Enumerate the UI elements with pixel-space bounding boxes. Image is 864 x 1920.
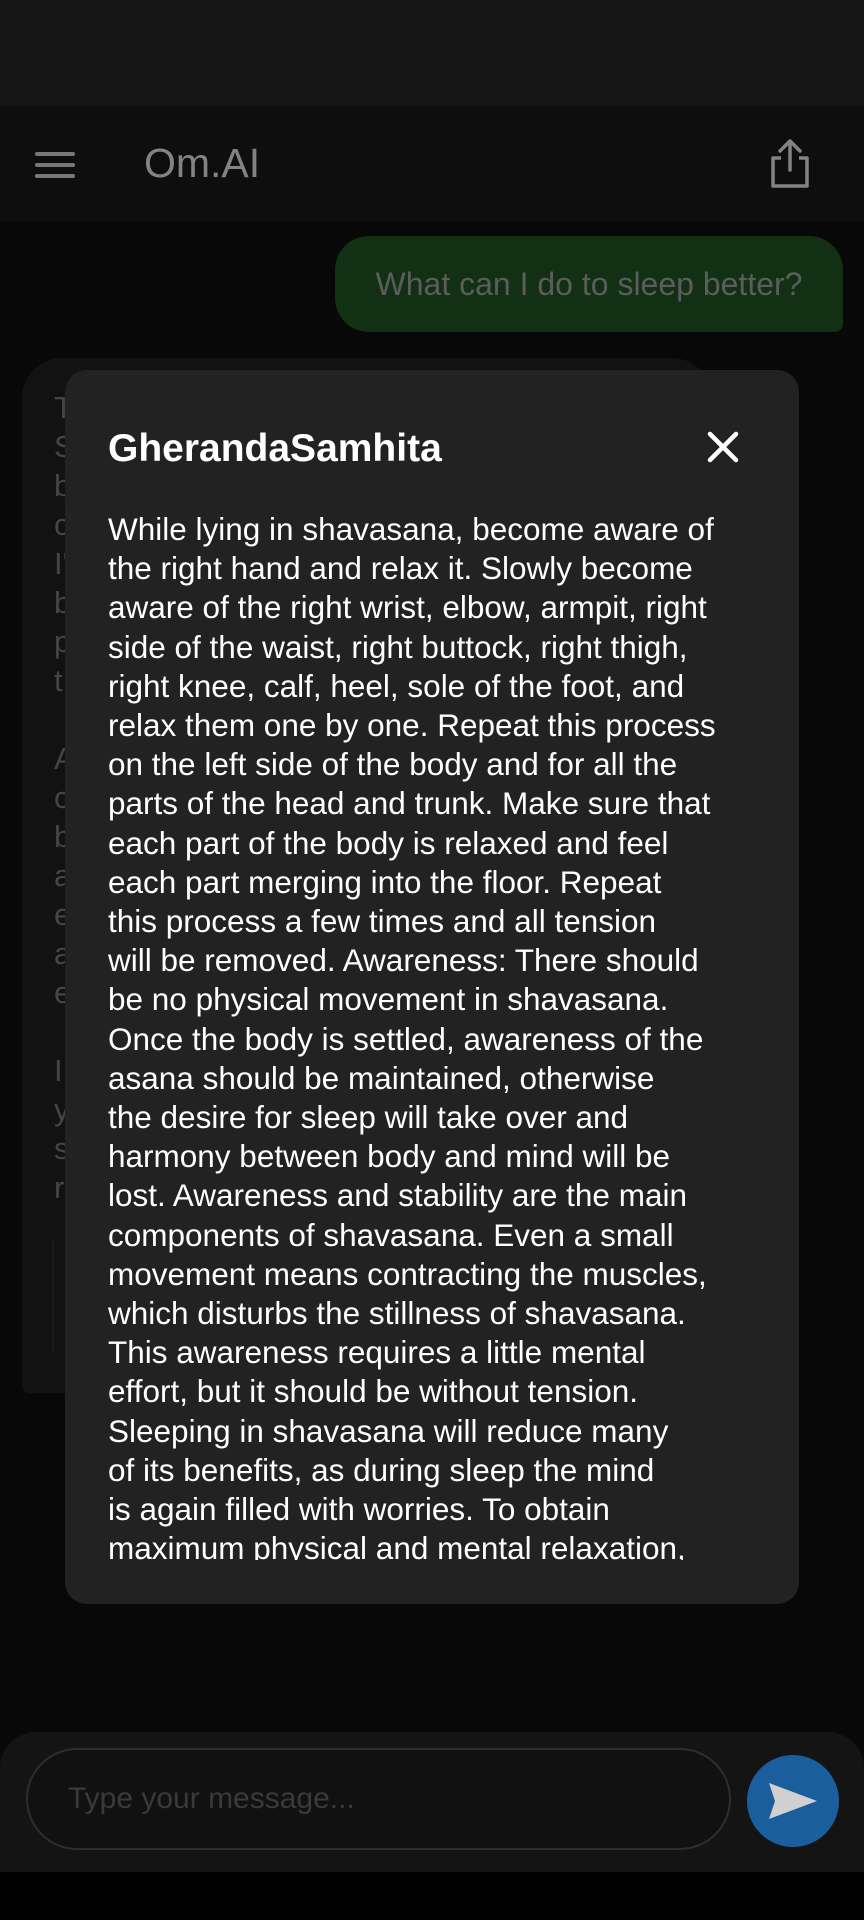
modal-body-line: Once the body is settled, awareness of t… — [108, 1020, 704, 1057]
modal-body-line: relax them one by one. Repeat this proce… — [108, 707, 716, 744]
modal-body-line: asana should be maintained, otherwise — [108, 1059, 655, 1096]
modal-body-line: effort, but it should be without tension… — [108, 1373, 639, 1410]
modal-body-line: movement means contracting the muscles, — [108, 1255, 707, 1292]
modal-body-line: on the left side of the body and for all… — [108, 746, 678, 783]
send-button[interactable] — [747, 1755, 839, 1847]
modal-body-line: be no physical movement in shavasana. — [108, 981, 669, 1018]
modal-body-line: parts of the head and trunk. Make sure t… — [108, 785, 711, 822]
modal-body-line: harmony between body and mind will be — [108, 1138, 671, 1175]
modal-body-line: components of shavasana. Even a small — [108, 1216, 674, 1253]
modal-body-line: This awareness requires a little mental — [108, 1334, 646, 1371]
modal-body-line: is again filled with worries. To obtain — [108, 1491, 610, 1528]
modal-body-line: of its benefits, as during sleep the min… — [108, 1451, 655, 1488]
close-icon — [707, 431, 739, 463]
modal-body-text: While lying in shavasana, become aware o… — [108, 510, 768, 1560]
modal-body-line: side of the waist, right buttock, right … — [108, 628, 688, 665]
modal-body-line: each part of the body is relaxed and fee… — [108, 824, 669, 861]
modal-body-line: this process a few times and all tension — [108, 903, 657, 940]
close-button[interactable] — [704, 428, 742, 466]
message-input[interactable] — [26, 1748, 731, 1850]
modal-body-line: which disturbs the stillness of shavasan… — [108, 1295, 686, 1332]
send-icon — [769, 1783, 817, 1819]
system-nav-bar — [0, 1872, 864, 1920]
modal-body-line: While lying in shavasana, become aware o… — [108, 511, 714, 547]
modal-body-line: right knee, calf, heel, sole of the foot… — [108, 667, 685, 704]
modal-body-line: maximum physical and mental relaxation, — [108, 1530, 686, 1560]
modal-body-line: lost. Awareness and stability are the ma… — [108, 1177, 687, 1214]
modal-title: GherandaSamhita — [108, 427, 442, 470]
modal-body-line: the right hand and relax it. Slowly beco… — [108, 550, 693, 587]
modal-body-line: the desire for sleep will take over and — [108, 1099, 629, 1136]
modal-body-line: each part merging into the floor. Repeat — [108, 863, 662, 900]
modal-body-line: Sleeping in shavasana will reduce many — [108, 1412, 669, 1449]
modal-body-line: aware of the right wrist, elbow, armpit,… — [108, 589, 707, 626]
modal-body-line: will be removed. Awareness: There should — [108, 942, 699, 979]
